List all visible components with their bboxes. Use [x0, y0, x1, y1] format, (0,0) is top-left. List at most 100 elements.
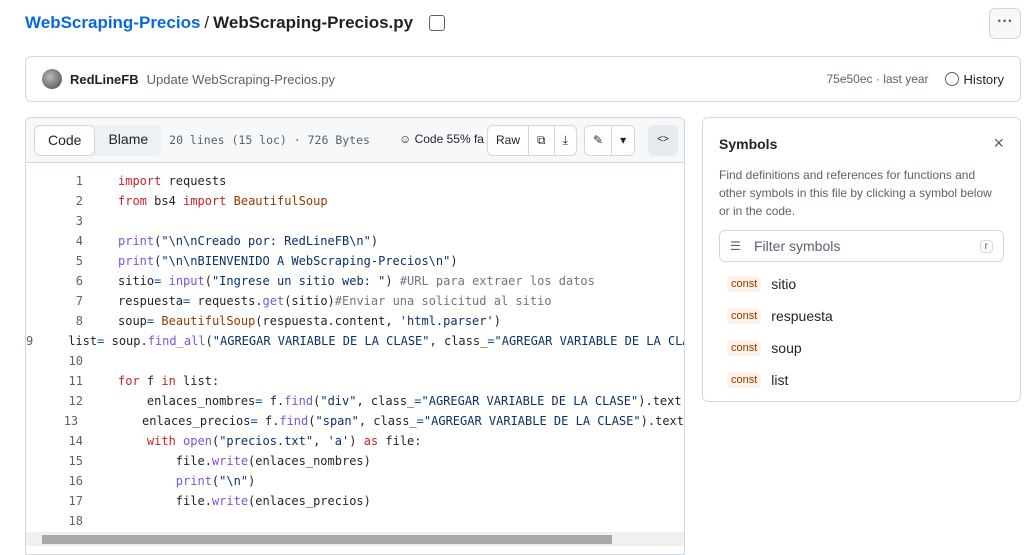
line-number[interactable]: 9	[26, 331, 33, 351]
code-token: )	[349, 434, 364, 448]
code-token: requests.	[190, 294, 263, 308]
code-token: "\n\nBIENVENIDO A WebScraping-Precios\n"	[161, 254, 451, 268]
line-number[interactable]: 12	[26, 391, 83, 411]
symbol-item[interactable]: const sitio	[719, 268, 1004, 300]
repo-link[interactable]: WebScraping-Precios	[25, 13, 200, 33]
latest-commit-bar: RedLineFB Update WebScraping-Precios.py …	[25, 56, 1021, 102]
symbol-list: const sitio const respuesta const soup const li…	[719, 268, 1004, 396]
line-number[interactable]: 8	[26, 311, 83, 331]
symbol-kind-badge: const	[727, 308, 762, 324]
code-token: f.	[257, 414, 280, 428]
symbol-item[interactable]: const list	[719, 364, 1004, 396]
code-token: )	[450, 254, 458, 268]
code-token: respuesta	[118, 294, 184, 308]
line-number[interactable]: 2	[26, 191, 83, 211]
tab-code[interactable]: Code	[34, 124, 96, 156]
code-token: =	[414, 394, 422, 408]
symbol-item[interactable]: const soup	[719, 332, 1004, 364]
symbol-kind-badge: const	[727, 340, 762, 356]
code-line[interactable]: 10	[26, 351, 684, 371]
code-line[interactable]: 17 file.write(enlaces_precios)	[26, 491, 684, 511]
copy-path-icon[interactable]	[429, 15, 446, 31]
code-line[interactable]: 1 import requests	[26, 171, 684, 191]
chevron-down-icon[interactable]: ▾	[612, 126, 634, 155]
code-line[interactable]: 6 sitio= input("Ingrese un sitio web: ") …	[26, 271, 684, 291]
code-token: =	[487, 334, 495, 348]
code-token: =	[250, 414, 258, 428]
line-text: file.write(enlaces_nombres)	[83, 451, 371, 471]
code-token: =	[416, 414, 424, 428]
download-icon[interactable]: ⤓	[555, 126, 576, 155]
avatar[interactable]	[42, 69, 62, 89]
line-number[interactable]: 18	[26, 511, 83, 531]
code-line[interactable]: 14 with open("precios.txt", 'a') as file…	[26, 431, 684, 451]
line-number[interactable]: 16	[26, 471, 83, 491]
code-token: 'a'	[327, 434, 350, 448]
code-token: get	[262, 294, 285, 308]
code-line[interactable]: 3	[26, 211, 684, 231]
raw-actions: Raw ⧉ ⤓	[487, 125, 577, 156]
code-line[interactable]: 12 enlaces_nombres= f.find("div", class_…	[26, 391, 684, 411]
code-line[interactable]: 5 print("\n\nBIENVENIDO A WebScraping-Pre…	[26, 251, 684, 271]
line-text: print("\n\nCreado por: RedLineFB\n")	[83, 231, 378, 251]
line-number[interactable]: 11	[26, 371, 83, 391]
code-token: bs4	[146, 194, 184, 208]
commit-hash-time[interactable]: 75e50ec · last year	[826, 72, 928, 86]
filter-symbols-input[interactable]: ☰ Filter symbols r	[719, 230, 1004, 262]
code-line[interactable]: 13 enlaces_precios= f.find("span", class…	[26, 411, 684, 431]
line-number[interactable]: 14	[26, 431, 83, 451]
code-token: ).text	[638, 394, 682, 408]
line-text	[83, 511, 118, 531]
symbol-item[interactable]: const respuesta	[719, 300, 1004, 332]
code-line[interactable]: 15 file.write(enlaces_nombres)	[26, 451, 684, 471]
code-line[interactable]: 11 for f in list:	[26, 371, 684, 391]
code-line[interactable]: 8 soup= BeautifulSoup(respuesta.content, …	[26, 311, 684, 331]
symbols-panel-toggle-icon[interactable]: <>	[648, 125, 678, 156]
code-line[interactable]: 7 respuesta= requests.get(sitio)#Enviar u…	[26, 291, 684, 311]
symbols-description: Find definitions and references for func…	[719, 168, 992, 218]
line-number[interactable]: 10	[26, 351, 83, 371]
code-line[interactable]: 18	[26, 511, 684, 531]
line-number[interactable]: 17	[26, 491, 83, 511]
code-line[interactable]: 9 list= soup.find_all("AGREGAR VARIABLE D…	[26, 331, 684, 351]
file-meta: 20 lines (15 loc) · 726 Bytes	[169, 133, 370, 147]
edit-pencil-icon[interactable]: ✎	[585, 126, 613, 155]
line-number[interactable]: 5	[26, 251, 83, 271]
line-number[interactable]: 4	[26, 231, 83, 251]
code-lines[interactable]: 1 import requests 2 from bs4 import Beautif…	[26, 163, 684, 531]
code-token: ).text	[640, 414, 684, 428]
horizontal-scrollbar[interactable]	[26, 532, 684, 546]
code-line[interactable]: 2 from bs4 import BeautifulSoup	[26, 191, 684, 211]
code-token: (enlaces_precios)	[248, 494, 371, 508]
code-token: BeautifulSoup	[233, 194, 328, 208]
close-icon[interactable]: ×	[993, 134, 1004, 152]
line-number[interactable]: 7	[26, 291, 83, 311]
symbol-kind-badge: const	[727, 276, 762, 292]
view-toggle: Code Blame	[34, 124, 162, 156]
code-line[interactable]: 16 print("\n")	[26, 471, 684, 491]
line-number[interactable]: 3	[26, 211, 83, 231]
line-number[interactable]: 15	[26, 451, 83, 471]
code-token: find	[284, 394, 314, 408]
scrollbar-thumb[interactable]	[42, 535, 612, 544]
line-number[interactable]: 6	[26, 271, 83, 291]
commit-author[interactable]: RedLineFB	[70, 72, 139, 87]
code-line[interactable]: 4 print("\n\nCreado por: RedLineFB\n")	[26, 231, 684, 251]
line-text: print("\n\nBIENVENIDO A WebScraping-Prec…	[83, 251, 458, 271]
more-options-button[interactable]: ···	[989, 8, 1021, 39]
line-text: for f in list:	[83, 371, 219, 391]
line-number[interactable]: 1	[26, 171, 83, 191]
tab-blame[interactable]: Blame	[95, 125, 161, 156]
line-text	[83, 351, 118, 371]
raw-button[interactable]: Raw	[488, 126, 530, 155]
breadcrumb: WebScraping-Precios / WebScraping-Precio…	[25, 13, 446, 33]
edit-actions: ✎ ▾	[584, 125, 636, 156]
code-token: as	[363, 434, 379, 448]
copy-raw-icon[interactable]: ⧉	[529, 126, 555, 155]
code-token: import	[118, 174, 162, 188]
history-button[interactable]: History	[944, 72, 1004, 87]
commit-message[interactable]: Update WebScraping-Precios.py	[147, 72, 335, 87]
line-number[interactable]: 13	[26, 411, 78, 431]
